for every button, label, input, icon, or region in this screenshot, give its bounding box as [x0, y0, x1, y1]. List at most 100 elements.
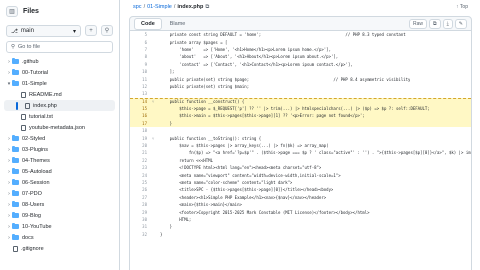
tree-folder[interactable]: › 07-PDO	[0, 188, 119, 199]
line-number[interactable]: 11	[130, 77, 152, 82]
line-number[interactable]: 15	[130, 106, 152, 111]
line-number[interactable]: 19	[130, 136, 152, 141]
tree-folder[interactable]: › 04-Themes	[0, 155, 119, 166]
code-text: <header><h1>Simple PHP Example</h1><nav>…	[160, 194, 327, 200]
line-number[interactable]: 12	[130, 84, 152, 89]
line-number[interactable]: 22	[130, 158, 152, 163]
tree-folder[interactable]: ▾ 01-Simple	[0, 78, 119, 89]
code-line: 19 ˅ public function __toString(): string…	[130, 134, 471, 141]
tree-item-label: .gitignore	[21, 245, 44, 252]
code-text: public private(set) string $page; // PHP…	[160, 76, 411, 82]
tree-file[interactable]: index.php	[4, 100, 115, 111]
line-number[interactable]: 17	[130, 121, 152, 126]
code-line: 12 public private(set) string $main;	[130, 83, 471, 90]
tree-folder[interactable]: › 00-Tutorial	[0, 67, 119, 78]
tree-folder[interactable]: › docs	[0, 232, 119, 243]
line-number[interactable]: 16	[130, 113, 152, 118]
tree-folder[interactable]: › 02-Styled	[0, 133, 119, 144]
tree-file[interactable]: youtube-metadata.json	[0, 122, 119, 133]
tree-folder[interactable]: › 09-Blog	[0, 210, 119, 221]
line-number[interactable]: 6	[130, 40, 152, 45]
go-to-file-placeholder: Go to file	[18, 44, 41, 50]
code-text: fn($p) => "<a href='?p=$p'" . ($this->pa…	[188, 150, 471, 156]
breadcrumb-separator: /	[143, 4, 146, 10]
fold-chevron-icon[interactable]: ˅	[152, 136, 160, 141]
code-line: 30 HTML;	[130, 216, 471, 223]
top-button[interactable]: ↑ Top	[456, 4, 468, 10]
line-number[interactable]: 10	[130, 69, 152, 74]
tree-item-label: 09-Blog	[22, 212, 41, 219]
tree-folder[interactable]: › 08-Users	[0, 199, 119, 210]
chevron-down-icon: ▾	[72, 28, 76, 35]
line-number[interactable]: 30	[130, 217, 152, 222]
line-number[interactable]: 23	[130, 165, 152, 170]
line-number[interactable]: 7	[130, 47, 152, 52]
copy-icon[interactable]: ⧉	[429, 18, 441, 29]
code-line: 24 <meta name="viewport" content="width=…	[130, 171, 471, 178]
copy-path-icon[interactable]: ⧉	[205, 4, 209, 11]
code-text: private const string DEFAULT = 'home'; /…	[160, 32, 406, 38]
line-number[interactable]: 25	[130, 180, 152, 185]
line-number[interactable]: 18	[130, 128, 152, 133]
code-text: $this->main = $this->pages[$this->page][…	[160, 113, 365, 119]
line-number[interactable]: 32	[130, 232, 152, 237]
folder-icon	[12, 146, 19, 152]
line-number[interactable]: 27	[130, 195, 152, 200]
search-icon[interactable]: ⚲	[101, 25, 113, 36]
line-number[interactable]: 31	[130, 224, 152, 229]
code-line: 25 <meta name="color-scheme" content="li…	[130, 179, 471, 186]
tree-folder[interactable]: › 05-Autoload	[0, 166, 119, 177]
code-text: ];	[160, 69, 175, 75]
breadcrumb-repo-link[interactable]: spc	[133, 4, 142, 10]
code-text: }	[160, 224, 173, 230]
code-line: 23 <!DOCTYPE html><html lang="en"><head>…	[130, 164, 471, 171]
tree-folder[interactable]: › .github	[0, 56, 119, 67]
line-number[interactable]: 28	[130, 202, 152, 207]
tab-code[interactable]: Code	[134, 17, 162, 30]
go-to-file-input[interactable]: ⚲ Go to file	[6, 41, 113, 53]
add-file-icon[interactable]: +	[85, 25, 97, 36]
folder-icon	[12, 234, 19, 240]
tree-item-label: 03-Plugins	[22, 146, 48, 153]
raw-button[interactable]: Raw	[408, 18, 427, 29]
collapse-sidebar-icon[interactable]: ▥	[6, 5, 18, 17]
line-number[interactable]: 20	[130, 143, 152, 148]
code-line: 9 'contact' => ['Contact', '<h1>Contact<…	[130, 61, 471, 68]
tree-folder[interactable]: › 06-Session	[0, 177, 119, 188]
line-number[interactable]: 9	[130, 62, 152, 67]
tree-folder[interactable]: › 03-Plugins	[0, 144, 119, 155]
edit-icon[interactable]: ✎	[454, 18, 467, 29]
line-number[interactable]: 24	[130, 173, 152, 178]
code-text: <footer>Copyright 2015-2025 Mark Constab…	[160, 209, 370, 215]
file-tree: › .github › 00-Tutorial ▾ 01-Simple README.md i…	[0, 56, 119, 254]
tree-item-label: index.php	[33, 102, 57, 109]
tree-item-label: .github	[22, 58, 39, 65]
line-number[interactable]: 14	[130, 99, 152, 104]
line-number[interactable]: 21	[130, 150, 152, 155]
line-number[interactable]: 26	[130, 187, 152, 192]
tree-item-label: 05-Autoload	[22, 168, 52, 175]
code-line: 29 <footer>Copyright 2015-2025 Mark Cons…	[130, 208, 471, 215]
line-number[interactable]: 5	[130, 32, 152, 37]
fold-chevron-icon[interactable]: ˅	[152, 99, 160, 104]
line-number[interactable]: 8	[130, 54, 152, 59]
code-text: public function __toString(): string {	[160, 135, 262, 141]
tree-file[interactable]: README.md	[0, 89, 119, 100]
file-tree-sidebar: ▥ Files ⎇ main ▾ + ⚲ ⚲ Go to file › .gith…	[0, 0, 120, 270]
tree-file[interactable]: tutorial.txt	[0, 111, 119, 122]
download-icon[interactable]: ⤓	[442, 18, 453, 29]
tree-file[interactable]: .gitignore	[0, 243, 119, 254]
code-line: 16 $this->main = $this->pages[$this->pag…	[130, 112, 471, 120]
sidebar-title: Files	[23, 7, 39, 15]
file-icon	[25, 102, 30, 109]
line-number[interactable]: 29	[130, 210, 152, 215]
tree-folder[interactable]: › 10-YouTube	[0, 221, 119, 232]
line-number[interactable]: 13	[130, 91, 152, 96]
code-line: 7 'home' => ['Home', '<h1>Home</h1><p>Lo…	[130, 46, 471, 53]
folder-icon	[12, 157, 19, 163]
tab-blame[interactable]: Blame	[164, 19, 192, 29]
branch-selector[interactable]: ⎇ main ▾	[6, 25, 81, 37]
breadcrumb-folder-link[interactable]: 01-Simple	[147, 4, 172, 10]
code-text: 'about' => ['About', '<h1>About</h1><p>L…	[160, 54, 339, 60]
search-icon: ⚲	[11, 44, 16, 50]
